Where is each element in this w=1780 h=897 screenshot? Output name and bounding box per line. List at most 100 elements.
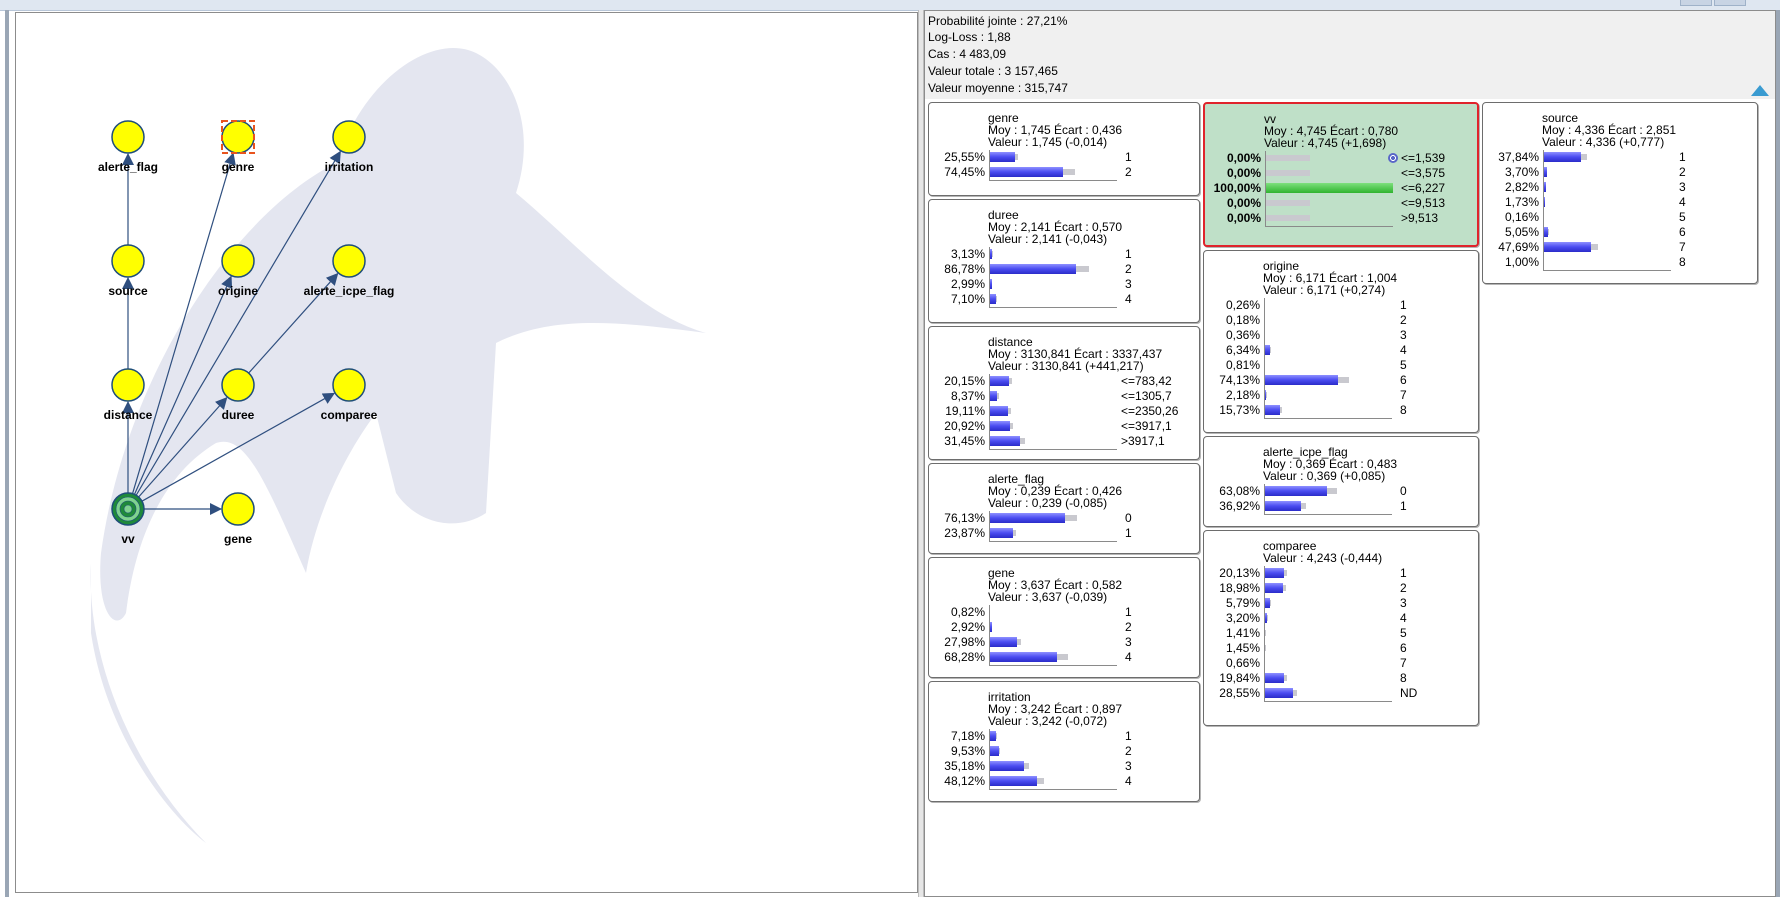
state-label: 6 xyxy=(1400,373,1407,387)
state-row[interactable]: 2,99% 3 xyxy=(929,277,1197,291)
state-row[interactable]: 0,81% 5 xyxy=(1204,358,1476,372)
state-row[interactable]: 0,66% 7 xyxy=(1204,656,1476,670)
state-row[interactable]: 0,00% <=9,513 xyxy=(1205,196,1477,210)
state-row[interactable]: 18,98% 2 xyxy=(1204,581,1476,595)
state-row[interactable]: 15,73% 8 xyxy=(1204,403,1476,417)
state-percent: 48,12% xyxy=(944,774,985,788)
state-row[interactable]: 5,05% 6 xyxy=(1483,225,1755,239)
state-row[interactable]: 74,45% 2 xyxy=(929,165,1197,179)
monitor-val: Valeur : 4,336 (+0,777) xyxy=(1542,135,1665,149)
state-row[interactable]: 20,15% <=783,42 xyxy=(929,374,1197,388)
state-bar xyxy=(989,746,999,756)
monitor-distance[interactable]: distance Moy : 3130,841 Écart : 3337,437 V… xyxy=(928,326,1200,460)
state-row[interactable]: 6,34% 4 xyxy=(1204,343,1476,357)
node-gene[interactable]: gene xyxy=(221,492,255,546)
monitor-genre[interactable]: genre Moy : 1,745 Écart : 0,436 Valeur : 1… xyxy=(928,102,1200,196)
state-row[interactable]: 3,20% 4 xyxy=(1204,611,1476,625)
node-alerte_flag[interactable]: alerte_flag xyxy=(98,120,158,174)
state-row[interactable]: 1,45% 6 xyxy=(1204,641,1476,655)
state-row[interactable]: 2,82% 3 xyxy=(1483,180,1755,194)
state-row[interactable]: 1,73% 4 xyxy=(1483,195,1755,209)
state-row[interactable]: 7,10% 4 xyxy=(929,292,1197,306)
state-row[interactable]: 47,69% 7 xyxy=(1483,240,1755,254)
bayesian-network-graph[interactable]: alerte_flag genre irritation source origine a… xyxy=(16,13,917,892)
state-percent: 0,00% xyxy=(1226,166,1261,180)
state-label: 2 xyxy=(1125,620,1132,634)
state-row[interactable]: 76,13% 0 xyxy=(929,511,1197,525)
state-label: 3 xyxy=(1679,180,1686,194)
state-row[interactable]: 1,41% 5 xyxy=(1204,626,1476,640)
monitor-alerte_icpe_flag[interactable]: alerte_icpe_flag Moy : 0,369 Écart : 0,48… xyxy=(1203,436,1479,527)
state-row[interactable]: 3,13% 1 xyxy=(929,247,1197,261)
collapse-up-icon[interactable] xyxy=(1751,85,1769,96)
monitor-source[interactable]: source Moy : 4,336 Écart : 2,851 Valeur : … xyxy=(1482,102,1758,284)
state-percent: 1,00% xyxy=(1504,255,1539,269)
state-percent: 6,34% xyxy=(1225,343,1260,357)
state-row[interactable]: 2,18% 7 xyxy=(1204,388,1476,402)
state-row[interactable]: 5,79% 3 xyxy=(1204,596,1476,610)
state-row[interactable]: 0,00% <=3,575 xyxy=(1205,166,1477,180)
monitor-pane[interactable]: Probabilité jointe : 27,21% Log-Loss : 1… xyxy=(924,10,1776,897)
state-label: 2 xyxy=(1400,581,1407,595)
stats-bar: Probabilité jointe : 27,21% Log-Loss : 1… xyxy=(925,11,1775,99)
state-bar xyxy=(989,731,997,741)
monitor-val: Valeur : 1,745 (-0,014) xyxy=(988,135,1108,149)
state-row[interactable]: 0,36% 3 xyxy=(1204,328,1476,342)
maximize-control[interactable] xyxy=(1714,0,1746,6)
node-duree[interactable]: duree xyxy=(221,368,255,422)
state-row[interactable]: 100,00% <=6,227 xyxy=(1205,181,1477,195)
state-row[interactable]: 3,70% 2 xyxy=(1483,165,1755,179)
state-percent: 0,81% xyxy=(1225,358,1260,372)
stat-joint-probability: Probabilité jointe : 27,21% xyxy=(928,14,1068,28)
state-row[interactable]: 20,92% <=3917,1 xyxy=(929,419,1197,433)
state-percent: 8,37% xyxy=(950,389,985,403)
state-label: <=783,42 xyxy=(1121,374,1172,388)
state-percent: 1,45% xyxy=(1225,641,1260,655)
state-row[interactable]: 0,00% >9,513 xyxy=(1205,211,1477,225)
monitor-axis-horizontal xyxy=(1264,514,1392,515)
node-source[interactable]: source xyxy=(108,244,148,298)
state-row[interactable]: 19,11% <=2350,26 xyxy=(929,404,1197,418)
minimize-control[interactable] xyxy=(1680,0,1712,6)
state-row[interactable]: 0,18% 2 xyxy=(1204,313,1476,327)
state-label-wrap: 6 xyxy=(1400,373,1407,387)
state-row[interactable]: 48,12% 4 xyxy=(929,774,1197,788)
state-row[interactable]: 37,84% 1 xyxy=(1483,150,1755,164)
monitor-duree[interactable]: duree Moy : 2,141 Écart : 0,570 Valeur : 2… xyxy=(928,199,1200,323)
monitor-vv[interactable]: vv Moy : 4,745 Écart : 0,780 Valeur : 4,74… xyxy=(1203,102,1479,247)
monitor-comparee[interactable]: comparee Valeur : 4,243 (-0,444) 20,13% 1 18… xyxy=(1203,530,1479,726)
state-row[interactable]: 20,13% 1 xyxy=(1204,566,1476,580)
state-row[interactable]: 63,08% 0 xyxy=(1204,484,1476,498)
state-row[interactable]: 25,55% 1 xyxy=(929,150,1197,164)
monitor-origine[interactable]: origine Moy : 6,171 Écart : 1,004 Valeur :… xyxy=(1203,250,1479,433)
monitor-gene[interactable]: gene Moy : 3,637 Écart : 0,582 Valeur : 3,… xyxy=(928,557,1200,678)
state-row[interactable]: 27,98% 3 xyxy=(929,635,1197,649)
state-row[interactable]: 9,53% 2 xyxy=(929,744,1197,758)
state-row[interactable]: 0,00% <=1,539 xyxy=(1205,151,1477,165)
state-row[interactable]: 0,16% 5 xyxy=(1483,210,1755,224)
state-row[interactable]: 1,00% 8 xyxy=(1483,255,1755,269)
state-row[interactable]: 7,18% 1 xyxy=(929,729,1197,743)
state-label-wrap: 1 xyxy=(1679,150,1686,164)
state-row[interactable]: 68,28% 4 xyxy=(929,650,1197,664)
state-bar xyxy=(989,294,997,304)
monitor-irritation[interactable]: irritation Moy : 3,242 Écart : 0,897 Valeu… xyxy=(928,681,1200,802)
state-row[interactable]: 0,82% 1 xyxy=(929,605,1197,619)
state-row[interactable]: 8,37% <=1305,7 xyxy=(929,389,1197,403)
state-row[interactable]: 86,78% 2 xyxy=(929,262,1197,276)
state-row[interactable]: 23,87% 1 xyxy=(929,526,1197,540)
state-row[interactable]: 31,45% >3917,1 xyxy=(929,434,1197,448)
node-genre[interactable]: genre xyxy=(221,120,255,174)
state-label-wrap: 2 xyxy=(1679,165,1686,179)
monitor-alerte_flag[interactable]: alerte_flag Moy : 0,239 Écart : 0,426 Vale… xyxy=(928,463,1200,554)
graph-pane[interactable]: alerte_flag genre irritation source origine a… xyxy=(15,12,918,893)
state-label: 3 xyxy=(1400,328,1407,342)
state-row[interactable]: 35,18% 3 xyxy=(929,759,1197,773)
state-row[interactable]: 36,92% 1 xyxy=(1204,499,1476,513)
state-row[interactable]: 19,84% 8 xyxy=(1204,671,1476,685)
state-label-wrap: 1 xyxy=(1125,526,1132,540)
state-row[interactable]: 74,13% 6 xyxy=(1204,373,1476,387)
state-row[interactable]: 0,26% 1 xyxy=(1204,298,1476,312)
state-row[interactable]: 2,92% 2 xyxy=(929,620,1197,634)
state-row[interactable]: 28,55% ND xyxy=(1204,686,1476,700)
